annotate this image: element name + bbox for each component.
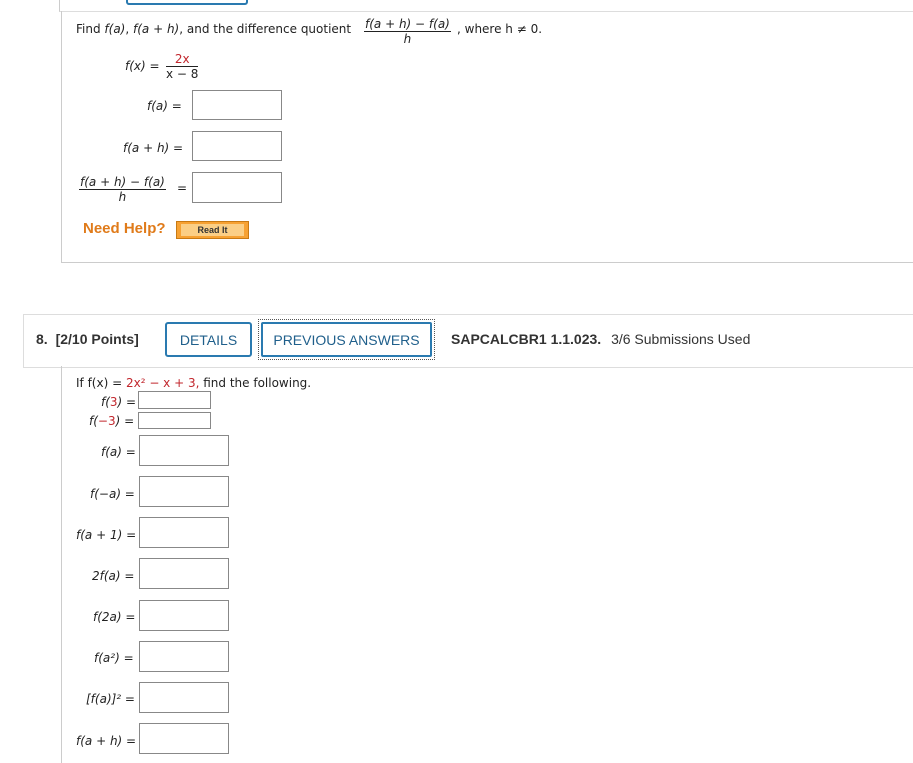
q7-dq-num: f(a + h) − f(a): [79, 175, 166, 190]
q8-number: 8.: [36, 331, 48, 347]
q8-fa-answer-input[interactable]: [139, 435, 229, 466]
q7-prompt: Find f(a), f(a + h), and the difference …: [76, 22, 351, 36]
q7-prompt-pre: Find: [76, 22, 105, 36]
q8-prompt-expr: 2x² − x + 3,: [125, 376, 200, 390]
q7-fx-den: x − 8: [166, 67, 198, 81]
q8-prompt: If f(x) = 2x² − x + 3, find the followin…: [76, 376, 311, 390]
q8-f3-label: f(3) =: [101, 395, 136, 409]
q8-fneg-a-label: f(−a) =: [90, 487, 135, 501]
q7-dq-fraction: f(a + h) − f(a) h: [79, 175, 166, 204]
q7-prompt-sep: ,: [125, 22, 133, 36]
previous-answers-button[interactable]: PREVIOUS ANSWERS: [258, 319, 435, 360]
q7-prompt-dq-den: h: [403, 32, 412, 46]
q8-fm3-post: ) =: [115, 414, 135, 428]
q8-f2a-answer-input[interactable]: [139, 600, 229, 631]
q7-prompt-mid: , and the difference quotient: [179, 22, 352, 36]
previous-answers-inner: PREVIOUS ANSWERS: [261, 322, 432, 357]
q7-fah-answer-input[interactable]: [192, 131, 282, 161]
q8-fm3-val: −3: [97, 414, 116, 428]
details-button[interactable]: DETAILS: [165, 322, 252, 357]
q7-prompt-dq-fraction: f(a + h) − f(a) h: [364, 17, 451, 46]
q8-fasq-label: f(a²) =: [94, 651, 134, 665]
q7-prompt-post: , where h ≠ 0.: [457, 22, 543, 36]
question-8-number: 8. [2/10 Points]: [36, 331, 139, 347]
q8-2fa-label: 2f(a) =: [92, 569, 135, 583]
read-it-label: Read It: [197, 225, 228, 235]
q8-fah-label: f(a + h) =: [76, 734, 137, 748]
q7-fah-label: f(a + h) =: [123, 141, 184, 155]
q8-fneg-a-answer-input[interactable]: [139, 476, 229, 507]
q7-prompt-dq-num: f(a + h) − f(a): [364, 17, 451, 32]
q8-f3-val: 3: [109, 395, 118, 409]
q8-fa1-answer-input[interactable]: [139, 517, 229, 548]
need-help-label: Need Help?: [83, 220, 166, 237]
q8-f2a-label: f(2a) =: [93, 610, 136, 624]
q8-fa1-label: f(a + 1) =: [76, 528, 137, 542]
q8-prompt-post: find the following.: [199, 376, 312, 390]
q8-fa-label: f(a) =: [101, 445, 136, 459]
read-it-button-inner: Read It: [181, 224, 244, 236]
q8-2fa-answer-input[interactable]: [139, 558, 229, 589]
q8-points: [2/10 Points]: [55, 331, 139, 347]
previous-answers-label: PREVIOUS ANSWERS: [273, 331, 420, 348]
q8-fm3-answer-input[interactable]: [138, 412, 211, 429]
q8-submissions: 3/6 Submissions Used: [611, 331, 751, 347]
q8-fa-squared-answer-input[interactable]: [139, 682, 229, 713]
q7-fx-den-text: x − 8: [166, 67, 199, 81]
q8-fm3-pre: f(: [89, 414, 98, 428]
q7-prompt-fa: f(a): [104, 22, 126, 36]
q7-fa-answer-input[interactable]: [192, 90, 282, 120]
q8-course-info: SAPCALCBR1 1.1.023. 3/6 Submissions Used: [451, 331, 750, 347]
q8-fm3-label: f(−3) =: [89, 414, 134, 428]
q7-fx-num: 2x: [166, 52, 199, 67]
q8-f3-answer-input[interactable]: [138, 391, 211, 409]
previous-card-button-edge[interactable]: [126, 0, 248, 5]
q7-fx-label: f(x) =: [125, 59, 160, 73]
details-label: DETAILS: [179, 331, 238, 348]
q7-dq-answer-input[interactable]: [192, 172, 282, 203]
q8-f3-post: ) =: [117, 395, 137, 409]
q8-fasq-answer-input[interactable]: [139, 641, 229, 672]
q7-dq-den: h: [118, 190, 127, 204]
q8-prompt-pre: If f(x) =: [76, 376, 126, 390]
q8-f3-pre: f(: [101, 395, 110, 409]
q7-fa-label: f(a) =: [147, 99, 182, 113]
q7-fx-fraction: 2x x − 8: [166, 52, 199, 81]
read-it-button[interactable]: Read It: [176, 221, 249, 239]
q8-fa-squared-label: [f(a)]² =: [86, 692, 135, 706]
q7-prompt-fah: f(a + h): [133, 22, 180, 36]
q8-course-code: SAPCALCBR1 1.1.023.: [451, 331, 602, 347]
q7-dq-equals: =: [177, 181, 188, 195]
q8-fah-answer-input[interactable]: [139, 723, 229, 754]
